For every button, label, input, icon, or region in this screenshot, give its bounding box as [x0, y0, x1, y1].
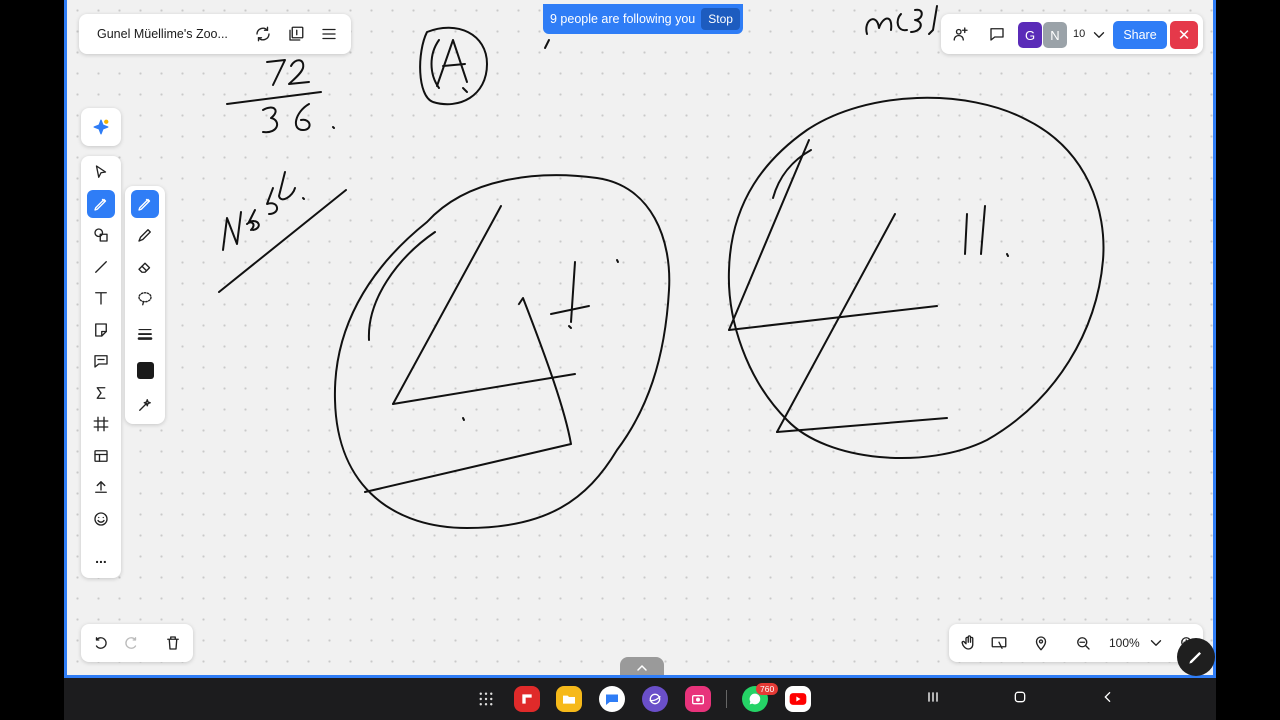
stroke-width-icon[interactable]: [131, 320, 159, 348]
line-icon[interactable]: [87, 253, 115, 281]
avatar[interactable]: G: [1018, 22, 1042, 48]
youtube-icon[interactable]: [785, 686, 811, 712]
chevron-down-icon[interactable]: [1145, 629, 1167, 657]
board-title[interactable]: Gunel Müellime's Zoo...: [97, 27, 237, 41]
invite-users-icon[interactable]: [947, 20, 975, 48]
trash-icon[interactable]: [159, 629, 187, 657]
sync-icon[interactable]: [249, 20, 277, 48]
formula-icon[interactable]: [87, 379, 115, 407]
system-navigation-bar: [64, 678, 1216, 720]
pen-options-panel: [125, 186, 165, 424]
view-controls-panel: 100%: [949, 624, 1203, 662]
eraser-icon[interactable]: [131, 253, 159, 281]
participant-count: 10: [1073, 28, 1086, 40]
zoom-out-icon[interactable]: [1069, 629, 1097, 657]
pen-icon: [1189, 652, 1201, 664]
chevron-up-icon: [637, 664, 647, 671]
camera-icon[interactable]: [685, 686, 711, 712]
frame-icon[interactable]: [87, 410, 115, 438]
following-text: 9 people are following you: [550, 12, 696, 26]
screen-follow-icon[interactable]: [985, 629, 1013, 657]
template-icon[interactable]: [87, 442, 115, 470]
stop-following-button[interactable]: Stop: [701, 8, 740, 30]
lasso-icon[interactable]: [131, 284, 159, 312]
sparkle-icon[interactable]: [87, 113, 115, 141]
left-toolbar: ...: [81, 156, 121, 578]
comment-icon[interactable]: [87, 347, 115, 375]
close-button[interactable]: ✕: [1170, 21, 1198, 49]
pencil-icon[interactable]: [131, 221, 159, 249]
bottom-drawer-tab[interactable]: [620, 657, 664, 675]
zoom-level[interactable]: 100%: [1109, 636, 1140, 650]
note-drawing: [218, 171, 347, 293]
floating-pen-button[interactable]: [1177, 638, 1215, 676]
notification-badge: 760: [756, 683, 779, 695]
menu-icon[interactable]: [315, 20, 343, 48]
undo-icon[interactable]: [87, 629, 115, 657]
files-icon[interactable]: [556, 686, 582, 712]
title-panel: Gunel Müellime's Zoo...: [79, 14, 351, 54]
messages-icon[interactable]: [599, 686, 625, 712]
ai-assistant-panel: [81, 108, 121, 146]
emoji-icon[interactable]: [87, 505, 115, 533]
fraction-drawing: [226, 59, 335, 134]
circled-letter-drawing: [419, 26, 488, 106]
laser-pointer-icon[interactable]: [131, 391, 159, 419]
hand-icon[interactable]: [955, 629, 983, 657]
whiteboard-canvas[interactable]: Gunel Müellime's Zoo... 9 people are fol…: [64, 0, 1216, 678]
upload-icon[interactable]: [87, 473, 115, 501]
share-button[interactable]: Share: [1113, 21, 1167, 49]
recent-apps-icon[interactable]: [925, 689, 941, 710]
drawing-layer: [218, 5, 1105, 529]
chat-icon[interactable]: [983, 20, 1011, 48]
redo-icon[interactable]: [117, 629, 145, 657]
sticky-note-icon[interactable]: [87, 316, 115, 344]
following-banner: 9 people are following you Stop: [543, 4, 743, 34]
right-circle-drawing: [727, 96, 1105, 459]
avatar[interactable]: N: [1043, 22, 1067, 48]
pen-icon[interactable]: [131, 190, 159, 218]
location-icon[interactable]: [1027, 629, 1055, 657]
home-icon[interactable]: [1012, 689, 1028, 710]
shapes-icon[interactable]: [87, 221, 115, 249]
text-icon[interactable]: [87, 284, 115, 312]
select-icon[interactable]: [87, 158, 115, 186]
flipboard-icon[interactable]: [514, 686, 540, 712]
history-panel: [81, 624, 193, 662]
pen-icon[interactable]: [87, 190, 115, 218]
apps-grid-icon[interactable]: [473, 686, 499, 712]
back-icon[interactable]: [1100, 689, 1116, 710]
chevron-down-icon[interactable]: [1089, 21, 1109, 49]
more-icon[interactable]: ...: [87, 544, 115, 572]
dock-divider: [726, 690, 727, 708]
color-swatch[interactable]: [137, 362, 154, 379]
pages-icon[interactable]: [282, 20, 310, 48]
internet-icon[interactable]: [642, 686, 668, 712]
left-circle-drawing: [333, 174, 671, 529]
